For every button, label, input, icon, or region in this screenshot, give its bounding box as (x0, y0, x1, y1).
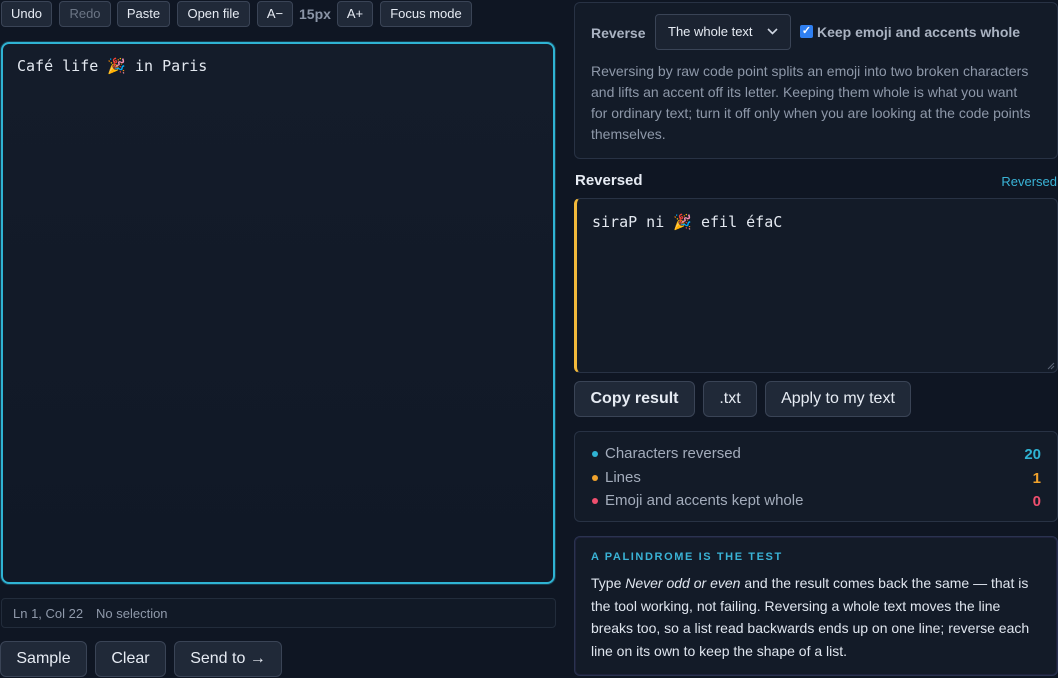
stat-label: Emoji and accents kept whole (605, 492, 804, 509)
note-example: Never odd or even (625, 575, 741, 591)
download-txt-button[interactable]: .txt (703, 381, 757, 417)
clear-button[interactable]: Clear (95, 641, 166, 677)
stat-value-kept-whole: 0 (1032, 493, 1041, 510)
stat-dot-icon (592, 451, 598, 457)
font-size-readout: 15px (299, 6, 331, 22)
result-output[interactable]: siraP ni 🎉 efil éfaC (574, 198, 1058, 373)
cursor-position: Ln 1, Col 22 (13, 606, 84, 621)
sample-button[interactable]: Sample (0, 641, 87, 677)
keep-whole-label[interactable]: Keep emoji and accents whole (817, 24, 1020, 40)
copy-result-button[interactable]: Copy result (574, 381, 695, 417)
resize-handle-icon[interactable] (1047, 362, 1055, 370)
undo-button[interactable]: Undo (1, 1, 52, 27)
note-text: Type (591, 575, 626, 591)
reverse-explanation: Reversing by raw code point splits an em… (591, 63, 1031, 142)
palindrome-note: A PALINDROME IS THE TEST Type Never odd … (574, 536, 1058, 676)
send-to-button[interactable]: Send to → (174, 641, 282, 677)
keep-whole-checkbox[interactable]: ✓ (800, 25, 813, 38)
redo-button[interactable]: Redo (59, 1, 111, 27)
font-increase-button[interactable]: A+ (337, 1, 373, 27)
focus-mode-button[interactable]: Focus mode (380, 1, 472, 27)
selection-status: No selection (96, 606, 168, 621)
stat-label: Characters reversed (605, 445, 741, 462)
stat-label: Lines (605, 469, 641, 486)
result-title: Reversed (575, 172, 643, 189)
font-decrease-button[interactable]: A− (257, 1, 293, 27)
apply-to-text-button[interactable]: Apply to my text (765, 381, 911, 417)
result-status-tag: Reversed (1001, 174, 1057, 189)
stat-value-characters: 20 (1024, 446, 1041, 463)
open-file-button[interactable]: Open file (177, 1, 250, 27)
stats-panel: Characters reversed 20 Lines 1 Emoji and… (574, 431, 1058, 522)
note-heading: A PALINDROME IS THE TEST (591, 551, 783, 563)
stat-dot-icon (592, 498, 598, 504)
stat-dot-icon (592, 475, 598, 481)
input-textarea[interactable]: Café life 🎉 in Paris (1, 42, 555, 584)
note-body: Type Never odd or even and the result co… (591, 572, 1041, 662)
editor-status-bar: Ln 1, Col 22 No selection (1, 598, 556, 628)
result-text: siraP ni 🎉 efil éfaC (592, 213, 783, 231)
input-text: Café life 🎉 in Paris (17, 57, 208, 75)
stat-value-lines: 1 (1032, 470, 1041, 487)
reverse-options-panel: Reverse The whole text ✓ Keep emoji and … (574, 2, 1058, 159)
paste-button[interactable]: Paste (117, 1, 170, 27)
